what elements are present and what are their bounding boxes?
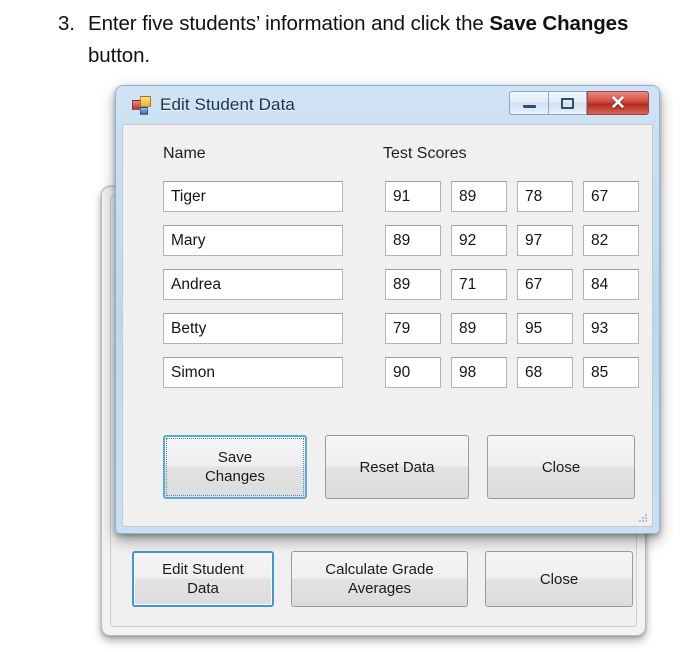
step-text-bold: Save Changes — [489, 12, 629, 35]
table-row: Betty 79 89 95 93 — [123, 313, 652, 344]
score-input-1[interactable]: 91 — [385, 181, 441, 212]
score-input-4[interactable]: 85 — [583, 357, 639, 388]
maximize-icon — [561, 97, 574, 109]
table-row: Mary 89 92 97 82 — [123, 225, 652, 256]
close-window-button[interactable]: ✕ — [587, 91, 649, 115]
window-controls: ✕ — [509, 91, 649, 115]
calculate-grade-averages-button[interactable]: Calculate Grade Averages — [291, 551, 468, 607]
score-input-2[interactable]: 98 — [451, 357, 507, 388]
close-icon: ✕ — [610, 92, 626, 114]
table-row: Tiger 91 89 78 67 — [123, 181, 652, 212]
score-input-3[interactable]: 97 — [517, 225, 573, 256]
score-input-3[interactable]: 95 — [517, 313, 573, 344]
minimize-button[interactable] — [509, 91, 548, 115]
minimize-icon — [522, 105, 536, 108]
dialog-titlebar[interactable]: Edit Student Data ✕ — [122, 86, 653, 124]
score-input-4[interactable]: 67 — [583, 181, 639, 212]
student-name-input[interactable]: Tiger — [163, 181, 343, 212]
student-rows: Tiger 91 89 78 67 Mary 89 92 97 82 Andre… — [123, 181, 652, 401]
score-input-1[interactable]: 79 — [385, 313, 441, 344]
reset-data-button[interactable]: Reset Data — [325, 435, 469, 499]
background-close-button[interactable]: Close — [485, 551, 633, 607]
student-name-input[interactable]: Andrea — [163, 269, 343, 300]
score-input-2[interactable]: 89 — [451, 313, 507, 344]
background-window-button-row: Edit Student Data Calculate Grade Averag… — [132, 551, 633, 607]
score-input-3[interactable]: 68 — [517, 357, 573, 388]
column-headers: Name Test Scores — [123, 145, 652, 169]
dialog-body: Name Test Scores Tiger 91 89 78 67 Mary … — [122, 124, 653, 527]
step-number: 3. — [58, 12, 75, 35]
name-column-label: Name — [163, 145, 206, 162]
score-input-4[interactable]: 84 — [583, 269, 639, 300]
score-input-1[interactable]: 89 — [385, 269, 441, 300]
test-scores-column-label: Test Scores — [383, 145, 467, 162]
instruction-step: 3. Enter five students’ information and … — [58, 8, 678, 72]
dialog-title: Edit Student Data — [160, 95, 295, 114]
edit-student-data-button[interactable]: Edit Student Data — [132, 551, 274, 607]
score-input-4[interactable]: 82 — [583, 225, 639, 256]
dialog-button-row: Save Changes Reset Data Close — [163, 435, 635, 499]
dialog-close-button[interactable]: Close — [487, 435, 635, 499]
windows-forms-icon — [132, 95, 151, 115]
save-changes-button[interactable]: Save Changes — [163, 435, 307, 499]
student-name-input[interactable]: Mary — [163, 225, 343, 256]
score-input-4[interactable]: 93 — [583, 313, 639, 344]
score-input-2[interactable]: 89 — [451, 181, 507, 212]
maximize-button[interactable] — [548, 91, 587, 115]
score-input-3[interactable]: 78 — [517, 181, 573, 212]
step-text-part2: button. — [88, 44, 150, 67]
student-name-input[interactable]: Simon — [163, 357, 343, 388]
resize-grip[interactable] — [637, 512, 649, 524]
table-row: Andrea 89 71 67 84 — [123, 269, 652, 300]
score-input-1[interactable]: 90 — [385, 357, 441, 388]
step-text: Enter five students’ information and cli… — [88, 8, 678, 72]
score-input-3[interactable]: 67 — [517, 269, 573, 300]
step-text-part1: Enter five students’ information and cli… — [88, 12, 490, 35]
table-row: Simon 90 98 68 85 — [123, 357, 652, 388]
edit-student-data-dialog[interactable]: Edit Student Data ✕ Name Test Scores Tig… — [115, 85, 660, 534]
score-input-2[interactable]: 71 — [451, 269, 507, 300]
score-input-2[interactable]: 92 — [451, 225, 507, 256]
student-name-input[interactable]: Betty — [163, 313, 343, 344]
score-input-1[interactable]: 89 — [385, 225, 441, 256]
